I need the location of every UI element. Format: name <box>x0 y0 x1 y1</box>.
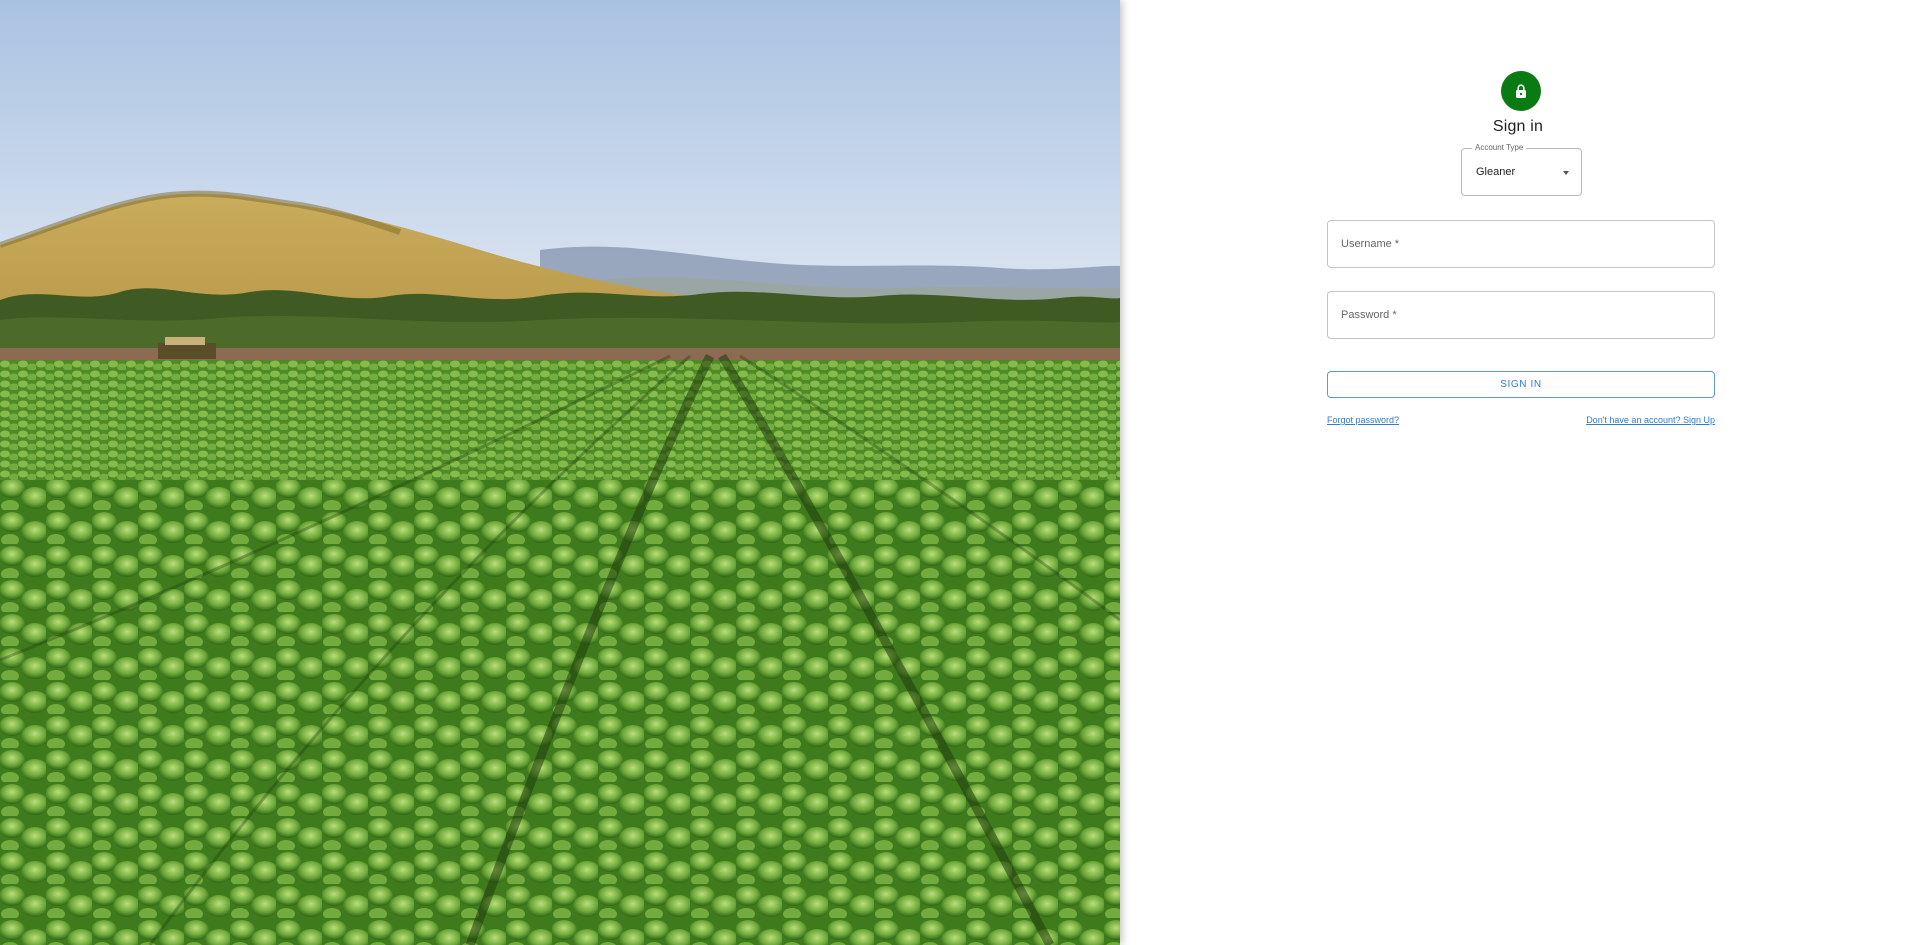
account-type-value: Gleaner <box>1476 166 1516 178</box>
password-field[interactable]: Password * <box>1327 291 1715 339</box>
username-field[interactable]: Username * <box>1327 220 1715 268</box>
password-placeholder: Password * <box>1341 309 1397 321</box>
account-type-select[interactable]: Account Type Gleaner <box>1461 143 1582 196</box>
page-title: Sign in <box>1492 118 1544 135</box>
account-type-label: Account Type <box>1472 143 1527 153</box>
chevron-down-icon <box>1563 171 1569 175</box>
lettuce-field-illustration <box>0 0 1120 945</box>
forgot-password-link[interactable]: Forgot password? <box>1327 415 1399 425</box>
username-placeholder: Username * <box>1341 238 1400 250</box>
hero-image <box>0 0 1120 945</box>
lock-icon <box>1516 84 1526 98</box>
sign-in-button[interactable]: SIGN IN <box>1327 371 1715 398</box>
lock-avatar <box>1501 71 1541 111</box>
sign-in-panel: Sign in Account Type Gleaner Username * … <box>1120 0 1916 945</box>
sign-up-link[interactable]: Don't have an account? Sign Up <box>1586 415 1715 425</box>
